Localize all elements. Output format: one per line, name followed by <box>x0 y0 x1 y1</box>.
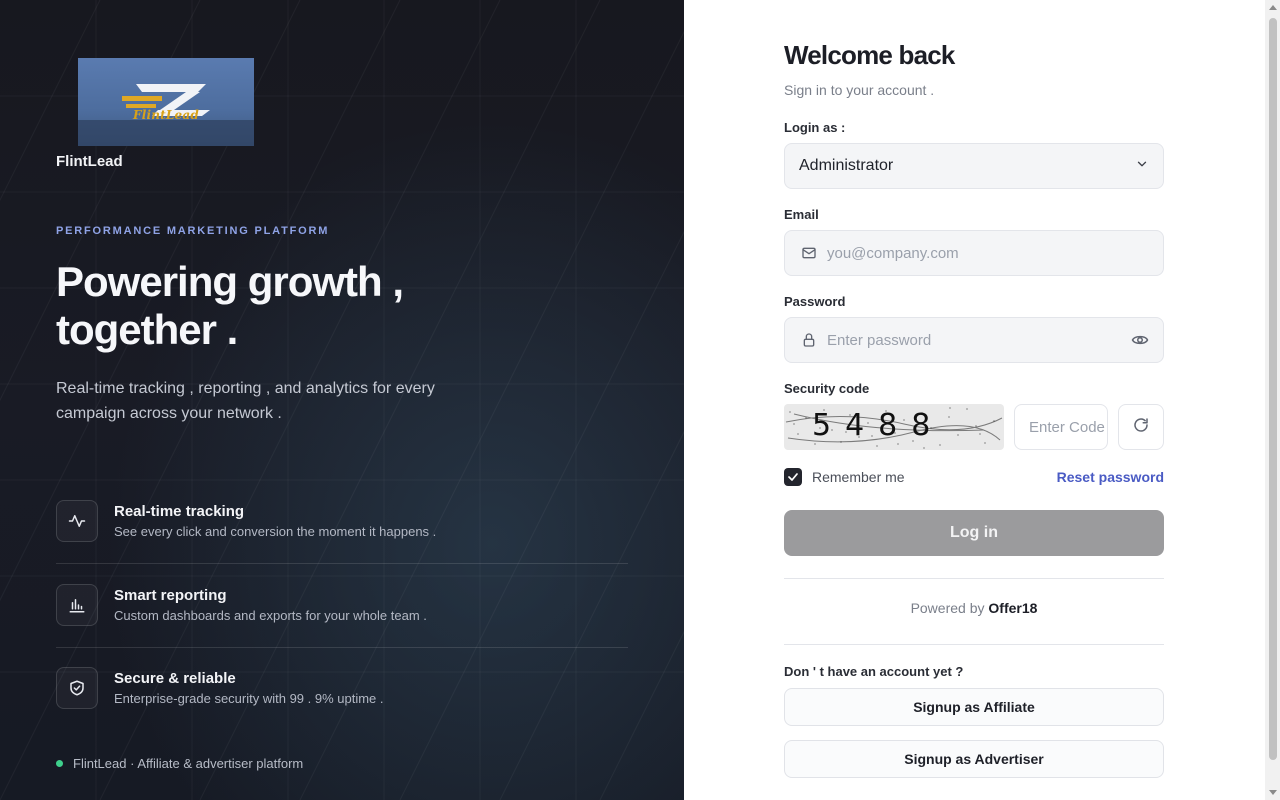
captcha-text: 5488 <box>812 408 945 443</box>
divider <box>784 644 1164 645</box>
captcha-image: 5488 <box>784 404 1004 450</box>
brand-name: FlintLead <box>56 153 123 170</box>
eye-icon[interactable] <box>1131 331 1149 349</box>
feature-desc: See every click and conversion the momen… <box>114 524 437 539</box>
mail-icon <box>801 245 817 261</box>
feature-desc: Custom dashboards and exports for your w… <box>114 608 427 623</box>
page-scrollbar[interactable] <box>1265 0 1280 800</box>
email-placeholder: you@company.com <box>827 244 959 262</box>
email-field[interactable]: you@company.com <box>784 230 1164 276</box>
feature-smart-reporting: Smart reporting Custom dashboards and ex… <box>56 584 628 668</box>
hero-footer: FlintLead · Affiliate & advertiser platf… <box>56 756 303 771</box>
email-label: Email <box>784 207 819 222</box>
hero-subtext: Real-time tracking , reporting , and ana… <box>56 380 435 422</box>
refresh-icon <box>1132 416 1150 439</box>
powered-brand: Offer18 <box>988 600 1038 616</box>
refresh-captcha-button[interactable] <box>1118 404 1164 450</box>
hero-eyebrow: PERFORMANCE MARKETING PLATFORM <box>56 225 330 237</box>
reset-password-link[interactable]: Reset password <box>1057 469 1164 485</box>
status-dot-icon <box>56 760 63 767</box>
password-label: Password <box>784 294 846 309</box>
feature-secure-reliable: Secure & reliable Enterprise-grade secur… <box>56 667 628 751</box>
login-as-value: Administrator <box>799 157 894 174</box>
scroll-down-icon[interactable] <box>1269 790 1277 795</box>
remember-checkbox[interactable] <box>784 468 802 486</box>
hero-panel: FlintLead FlintLead PERFORMANCE MARKETIN… <box>0 0 684 800</box>
brand-logo: FlintLead <box>78 58 254 146</box>
feature-divider <box>56 647 628 648</box>
feature-title: Real-time tracking <box>114 503 245 520</box>
login-button[interactable]: Log in <box>784 510 1164 556</box>
feature-desc: Enterprise-grade security with 99 . 9% u… <box>114 691 384 706</box>
feature-title: Secure & reliable <box>114 670 236 687</box>
security-code-label: Security code <box>784 381 870 396</box>
password-field[interactable]: Enter password <box>784 317 1164 363</box>
captcha-placeholder: Enter Code <box>1029 418 1105 436</box>
bar-chart-icon <box>56 584 98 626</box>
form-subtitle: Sign in to your account . <box>784 82 935 98</box>
headline-line-2: together . <box>56 306 238 353</box>
feature-title: Smart reporting <box>114 587 227 604</box>
remember-label: Remember me <box>812 469 905 485</box>
login-form: Welcome back Sign in to your account . L… <box>784 0 1164 800</box>
headline-line-1: Powering growth , <box>56 258 404 305</box>
lock-icon <box>801 332 817 348</box>
chevron-down-icon <box>1135 157 1149 176</box>
activity-icon <box>56 500 98 542</box>
feature-realtime-tracking: Real-time tracking See every click and c… <box>56 500 628 584</box>
signup-affiliate-button[interactable]: Signup as Affiliate <box>784 688 1164 726</box>
scroll-up-icon[interactable] <box>1269 5 1277 10</box>
login-as-label: Login as : <box>784 120 846 135</box>
logo-wordmark: FlintLead <box>133 108 199 122</box>
powered-by: Powered by Offer18 <box>784 600 1164 616</box>
no-account-text: Don ' t have an account yet ? <box>784 664 964 679</box>
signup-advertiser-button[interactable]: Signup as Advertiser <box>784 740 1164 778</box>
hero-headline: Powering growth , together . <box>56 258 576 354</box>
divider <box>784 578 1164 579</box>
form-title: Welcome back <box>784 40 955 70</box>
scrollbar-thumb[interactable] <box>1269 18 1277 760</box>
powered-prefix: Powered by <box>910 600 989 616</box>
feature-divider <box>56 563 628 564</box>
captcha-input[interactable]: Enter Code <box>1014 404 1108 450</box>
remember-me[interactable]: Remember me <box>784 468 905 486</box>
shield-check-icon <box>56 667 98 709</box>
password-placeholder: Enter password <box>827 331 932 349</box>
footer-text: FlintLead · Affiliate & advertiser platf… <box>73 756 304 771</box>
login-as-select[interactable]: Administrator <box>784 143 1164 189</box>
